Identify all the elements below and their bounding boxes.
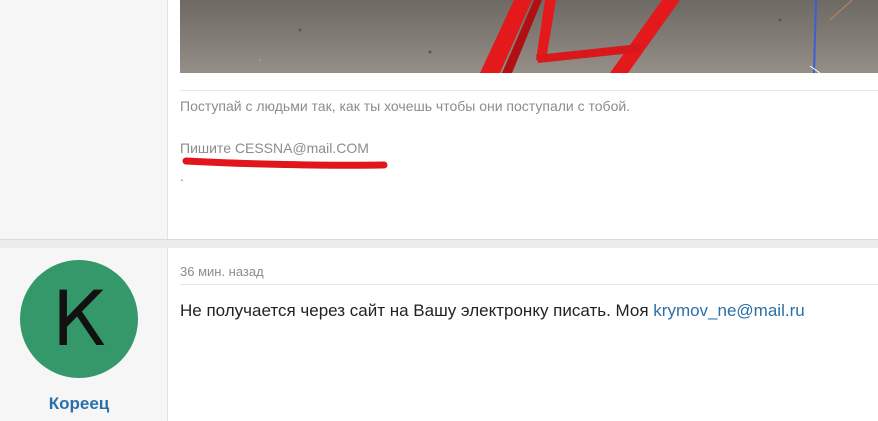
forum-thread-page: Поступай с людьми так, как ты хочешь что… xyxy=(0,0,878,421)
trailing-dot: . xyxy=(180,168,184,184)
comment-author-column: К Кореец xyxy=(0,248,168,421)
signature-divider xyxy=(180,90,878,91)
previous-post: Поступай с людьми так, как ты хочешь что… xyxy=(0,0,878,239)
red-underline-annotation xyxy=(182,157,388,169)
author-name-link[interactable]: Кореец xyxy=(0,394,158,414)
avatar-letter: К xyxy=(52,274,106,363)
signature-text: Поступай с людьми так, как ты хочешь что… xyxy=(180,98,631,114)
email-link[interactable]: krymov_ne@mail.ru xyxy=(653,301,804,320)
post-photo[interactable] xyxy=(180,0,878,73)
meta-divider xyxy=(180,284,878,285)
previous-post-author-column xyxy=(0,0,168,239)
comment-post: К Кореец 36 мин. назад Не получается чер… xyxy=(0,248,878,421)
post-timestamp: 36 мин. назад xyxy=(180,264,264,279)
avatar[interactable]: К xyxy=(20,260,138,378)
comment-body-text: Не получается через сайт на Вашу электро… xyxy=(180,301,654,320)
post-photo-image xyxy=(258,0,853,73)
post-separator xyxy=(0,239,878,248)
comment-body: Не получается через сайт на Вашу электро… xyxy=(180,301,805,321)
